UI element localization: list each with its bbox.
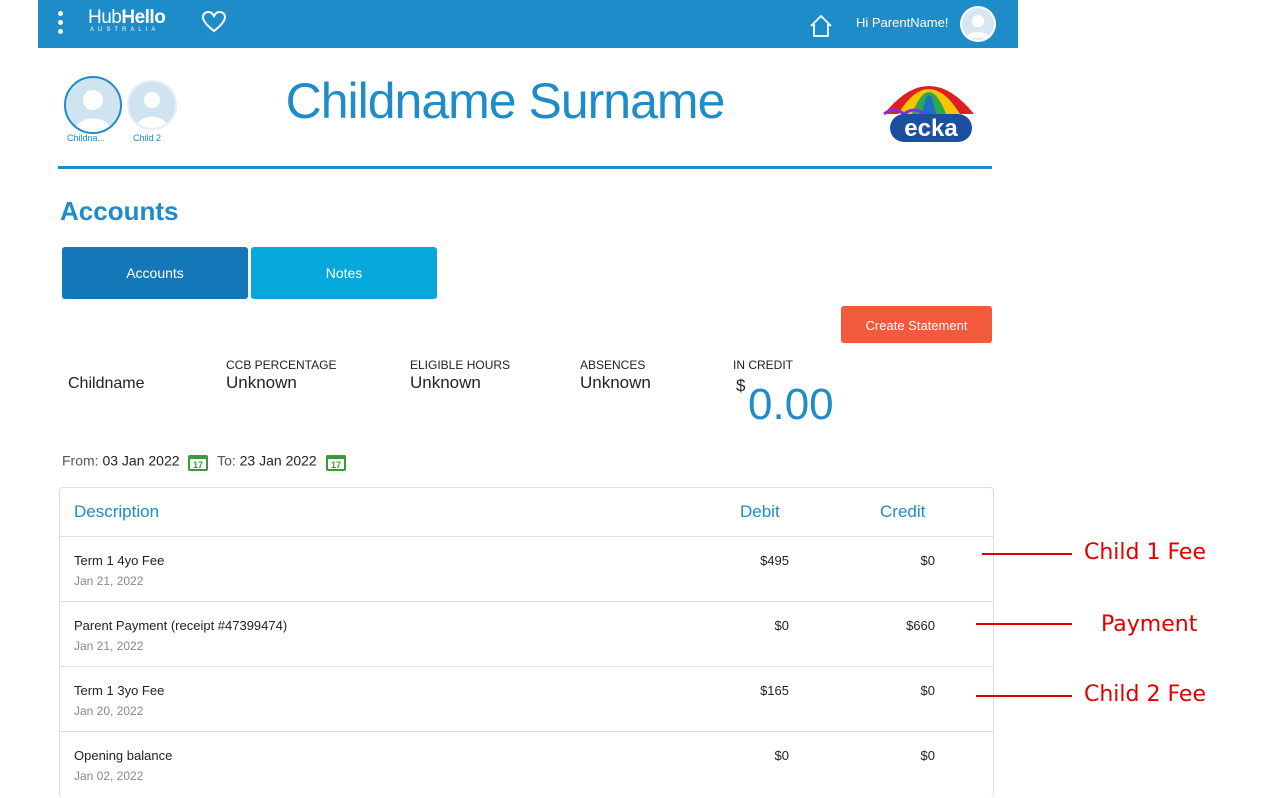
credit-currency: $ xyxy=(736,376,746,395)
row-date: Jan 20, 2022 xyxy=(74,704,144,718)
row-credit: $660 xyxy=(906,618,935,633)
child-label-2[interactable]: Child 2 xyxy=(133,133,161,143)
row-date: Jan 21, 2022 xyxy=(74,574,144,588)
create-statement-button[interactable]: Create Statement xyxy=(841,306,992,343)
heart-icon[interactable] xyxy=(201,10,227,34)
tab-notes[interactable]: Notes xyxy=(251,247,437,299)
table-row[interactable]: Opening balance Jan 02, 2022 $0 $0 xyxy=(60,731,993,796)
credit-label: IN CREDIT xyxy=(733,358,793,372)
tab-accounts[interactable]: Accounts xyxy=(62,247,248,299)
date-range: From: 03 Jan 2022 17 To: 23 Jan 2022 17 xyxy=(62,452,351,472)
to-date[interactable]: 23 Jan 2022 xyxy=(240,453,317,469)
table-row[interactable]: Term 1 4yo Fee Jan 21, 2022 $495 $0 xyxy=(60,536,993,601)
user-avatar[interactable] xyxy=(960,6,996,42)
logo-text-hello: Hello xyxy=(121,7,166,28)
column-header-debit[interactable]: Debit xyxy=(740,488,780,536)
avatar-icon xyxy=(962,8,994,40)
table-row[interactable]: Parent Payment (receipt #47399474) Jan 2… xyxy=(60,601,993,666)
row-debit: $0 xyxy=(774,748,789,763)
transactions-table: Description Debit Credit Term 1 4yo Fee … xyxy=(59,487,994,798)
row-date: Jan 02, 2022 xyxy=(74,769,144,783)
column-header-description[interactable]: Description xyxy=(74,488,159,536)
ccb-percentage: CCB PERCENTAGE Unknown xyxy=(226,358,336,393)
row-credit: $0 xyxy=(920,683,935,698)
section-title: Accounts xyxy=(60,196,179,226)
menu-icon[interactable] xyxy=(58,11,64,37)
eligible-hours: ELIGIBLE HOURS Unknown xyxy=(410,358,510,393)
calendar-icon[interactable]: 17 xyxy=(325,452,347,472)
row-description: Term 1 4yo Fee xyxy=(74,553,165,568)
table-row[interactable]: Term 1 3yo Fee Jan 20, 2022 $165 $0 xyxy=(60,666,993,731)
child-label-1[interactable]: Childna... xyxy=(67,133,105,143)
ccb-label: CCB PERCENTAGE xyxy=(226,358,337,372)
svg-text:17: 17 xyxy=(331,460,341,470)
absences-value: Unknown xyxy=(580,373,651,392)
logo-text-hub: Hub xyxy=(88,7,122,28)
logo-subtext: AUSTRALIA xyxy=(90,27,160,33)
page-title: Childname Surname xyxy=(285,73,726,129)
hours-label: ELIGIBLE HOURS xyxy=(410,358,511,372)
greeting-text[interactable]: Hi ParentName! xyxy=(856,15,948,30)
svg-text:17: 17 xyxy=(193,460,203,470)
row-debit: $495 xyxy=(760,553,789,568)
absences: ABSENCES Unknown xyxy=(580,358,651,393)
row-credit: $0 xyxy=(920,553,935,568)
annotation-child-2-fee: Child 2 Fee xyxy=(1084,682,1206,707)
row-description: Parent Payment (receipt #47399474) xyxy=(74,618,288,633)
annotation-payment: Payment xyxy=(1101,612,1198,637)
row-date: Jan 21, 2022 xyxy=(74,639,144,653)
row-description: Term 1 3yo Fee xyxy=(74,683,165,698)
column-header-credit[interactable]: Credit xyxy=(880,488,925,536)
top-bar: HubHello AUSTRALIA Hi ParentName! xyxy=(38,0,1018,48)
annotation-line xyxy=(976,623,1072,625)
ccb-value: Unknown xyxy=(226,373,297,392)
hubhello-logo[interactable]: HubHello AUSTRALIA xyxy=(88,7,166,33)
absences-label: ABSENCES xyxy=(580,358,646,372)
annotation-line xyxy=(976,695,1072,697)
annotation-child-1-fee: Child 1 Fee xyxy=(1084,540,1206,565)
header-divider xyxy=(58,166,992,169)
row-debit: $0 xyxy=(774,618,789,633)
to-label: To: xyxy=(217,452,236,469)
svg-text:ecka: ecka xyxy=(904,115,958,142)
summary-child-name: Childname xyxy=(68,375,145,392)
ecka-logo: ecka xyxy=(883,86,974,142)
from-label: From: xyxy=(62,452,99,469)
home-icon[interactable] xyxy=(808,13,834,39)
hours-value: Unknown xyxy=(410,373,481,392)
row-debit: $165 xyxy=(760,683,789,698)
row-credit: $0 xyxy=(920,748,935,763)
credit-amount: 0.00 xyxy=(748,380,834,429)
from-date[interactable]: 03 Jan 2022 xyxy=(102,453,179,469)
calendar-icon[interactable]: 17 xyxy=(187,452,209,472)
row-description: Opening balance xyxy=(74,748,173,763)
annotation-line xyxy=(982,553,1072,555)
in-credit: IN CREDIT xyxy=(733,358,793,372)
